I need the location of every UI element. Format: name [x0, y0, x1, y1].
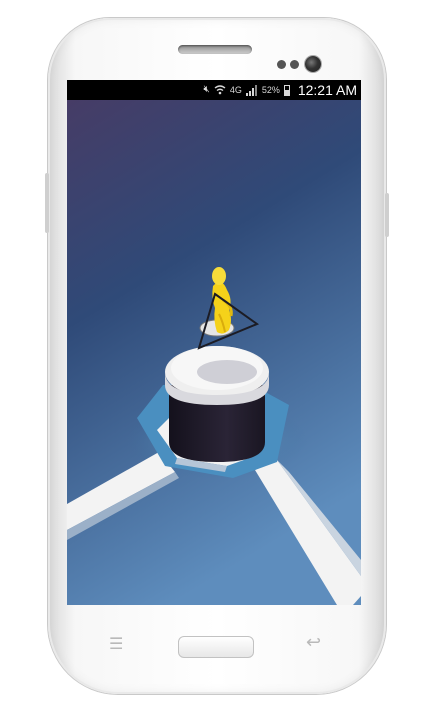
front-camera — [305, 56, 321, 72]
mute-icon: 🔇︎ — [203, 84, 210, 95]
pillar-top-shadow — [197, 360, 257, 384]
network-type-label: 4G — [229, 85, 242, 95]
screen: 🔇︎ 4G 52% 12:21 AM — [67, 80, 361, 605]
proximity-sensor — [277, 60, 286, 69]
power-button — [385, 193, 389, 237]
stage: 🔇︎ 4G 52% 12:21 AM ☰ ↩ — [0, 0, 424, 709]
earpiece-speaker — [178, 45, 252, 54]
wifi-icon — [214, 85, 226, 95]
battery-level — [284, 89, 289, 95]
status-clock: 12:21 AM — [297, 82, 357, 98]
game-viewport[interactable] — [67, 100, 361, 605]
menu-icon[interactable]: ☰ — [109, 634, 123, 653]
volume-button — [45, 173, 49, 233]
battery-icon — [283, 84, 290, 96]
back-icon[interactable]: ↩ — [306, 632, 321, 653]
home-button[interactable] — [178, 636, 254, 658]
status-bar: 🔇︎ 4G 52% 12:21 AM — [67, 80, 361, 100]
signal-icon — [245, 84, 257, 96]
pillar — [165, 346, 269, 462]
light-sensor — [290, 60, 299, 69]
battery-percent: 52% — [261, 85, 280, 95]
